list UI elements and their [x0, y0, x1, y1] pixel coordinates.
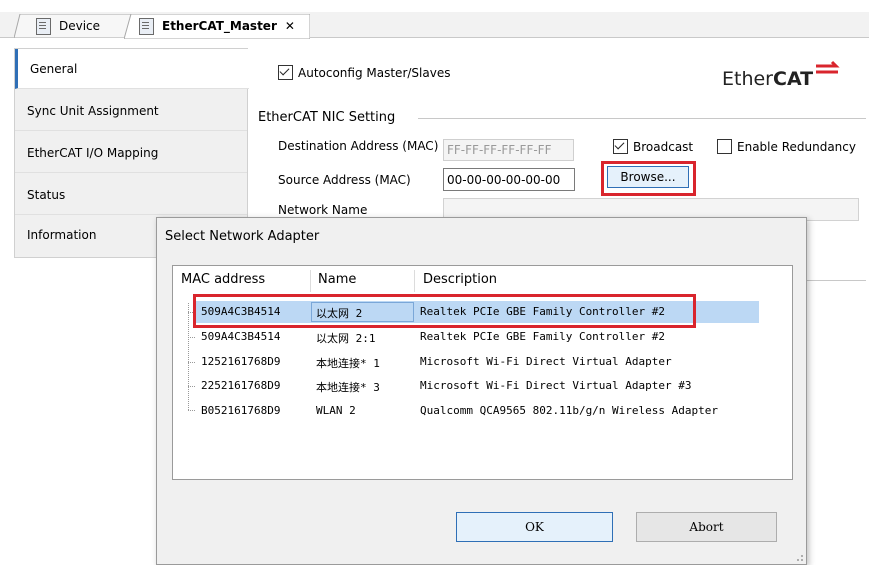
abort-button-label: Abort: [689, 520, 724, 534]
nav-item-sync-unit-assignment[interactable]: Sync Unit Assignment: [15, 91, 247, 131]
row-description: Qualcomm QCA9565 802.11b/g/n Wireless Ad…: [420, 404, 719, 417]
abort-button[interactable]: Abort: [636, 512, 777, 542]
broadcast-label: Broadcast: [633, 139, 694, 154]
nic-setting-heading: EtherCAT NIC Setting: [258, 110, 396, 125]
ethercat-logo: Ether CAT: [722, 60, 844, 90]
nav-item-label: EtherCAT I/O Mapping: [27, 145, 159, 160]
row-name: 本地连接* 3: [316, 381, 380, 394]
nav-item-general[interactable]: General: [15, 49, 249, 89]
nav-item-label: Information: [27, 228, 97, 242]
tree-connector: [188, 386, 195, 387]
row-mac: B052161768D9: [201, 404, 281, 417]
enable-redundancy-label: Enable Redundancy: [737, 139, 856, 154]
nav-item-label: General: [30, 61, 78, 76]
nav-item-ethercat-io-mapping[interactable]: EtherCAT I/O Mapping: [15, 133, 247, 173]
column-header-name[interactable]: Name: [318, 272, 356, 287]
tree-connector: [188, 410, 195, 411]
row-mac: 509A4C3B4514: [201, 330, 281, 343]
column-header-description[interactable]: Description: [423, 272, 497, 287]
enable-redundancy-checkbox-row[interactable]: Enable Redundancy: [717, 139, 856, 154]
tree-connector: [188, 362, 195, 363]
autoconfig-checkbox[interactable]: [278, 65, 293, 80]
ethercat-master-icon: [139, 17, 154, 35]
destination-address-field: FF-FF-FF-FF-FF-FF: [443, 139, 574, 161]
row-name: 以太网 2:1: [316, 332, 376, 345]
autoconfig-checkbox-row[interactable]: Autoconfig Master/Slaves: [278, 65, 450, 80]
nav-item-status[interactable]: Status: [15, 175, 247, 215]
broadcast-checkbox[interactable]: [613, 139, 628, 154]
ethercat-logo-text-bold: CAT: [773, 68, 814, 90]
column-separator: [414, 270, 415, 292]
source-address-label: Source Address (MAC): [278, 173, 411, 187]
destination-address-label: Destination Address (MAC): [278, 139, 439, 153]
selected-adapter-highlight-box: [193, 294, 696, 328]
row-mac: 1252161768D9: [201, 355, 281, 368]
source-address-field[interactable]: 00-00-00-00-00-00: [443, 168, 575, 191]
ethercat-logo-text: Ether: [722, 68, 773, 90]
nav-item-label: Status: [27, 187, 66, 202]
close-tab-icon[interactable]: ✕: [285, 19, 295, 33]
column-header-mac[interactable]: MAC address: [181, 272, 265, 287]
browse-button[interactable]: Browse...: [607, 166, 689, 188]
tree-connector: [188, 303, 189, 410]
editor-tab-strip: Device EtherCAT_Master ✕: [0, 0, 869, 44]
autoconfig-label: Autoconfig Master/Slaves: [298, 65, 451, 80]
ethercat-logo-arrows-icon: [816, 60, 840, 74]
tab-ethercat-master-label: EtherCAT_Master: [162, 19, 277, 33]
tab-device-label: Device: [59, 19, 101, 33]
dialog-title: Select Network Adapter: [165, 229, 320, 244]
row-mac: 2252161768D9: [201, 379, 281, 392]
section-divider: [806, 280, 866, 281]
row-description: Microsoft Wi-Fi Direct Virtual Adapter: [420, 355, 672, 368]
nav-item-label: Sync Unit Assignment: [27, 103, 159, 118]
ok-button[interactable]: OK: [456, 512, 613, 542]
resize-grip-icon[interactable]: [794, 552, 804, 562]
enable-redundancy-checkbox[interactable]: [717, 139, 732, 154]
nic-setting-divider: [418, 118, 866, 119]
row-name: WLAN 2: [316, 404, 356, 417]
column-separator: [310, 270, 311, 292]
row-name: 本地连接* 1: [316, 357, 380, 370]
network-name-label: Network Name: [278, 203, 368, 217]
broadcast-checkbox-row[interactable]: Broadcast: [613, 139, 693, 154]
ok-button-label: OK: [525, 520, 544, 534]
row-description: Realtek PCIe GBE Family Controller #2: [420, 330, 666, 343]
device-icon: [36, 17, 51, 35]
tree-connector: [188, 337, 195, 338]
tab-ethercat-master[interactable]: EtherCAT_Master ✕: [124, 14, 310, 39]
tab-device[interactable]: Device: [14, 14, 132, 38]
row-description: Microsoft Wi-Fi Direct Virtual Adapter #…: [420, 379, 692, 392]
